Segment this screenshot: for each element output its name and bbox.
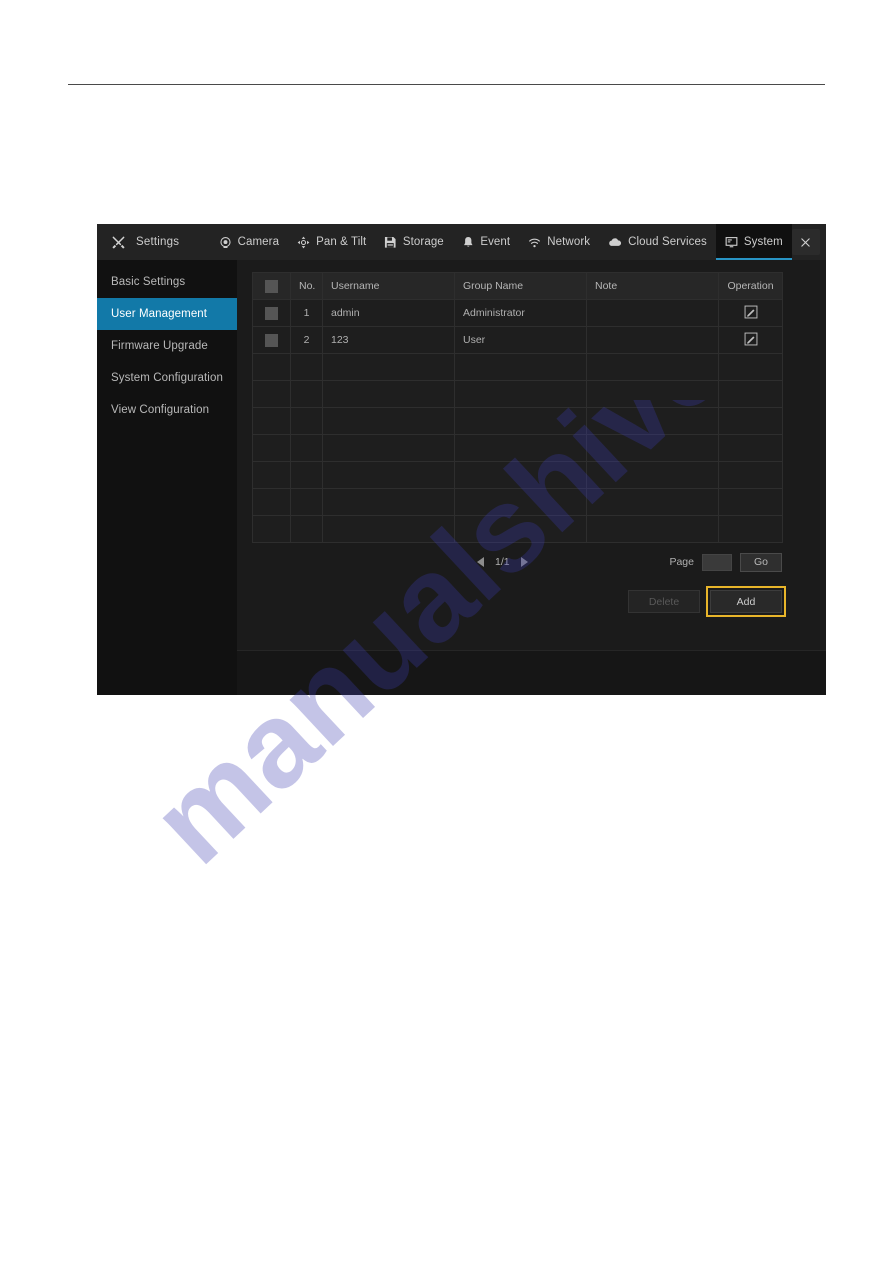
window-title-area: Settings (97, 224, 210, 260)
monitor-icon (725, 236, 738, 249)
go-button[interactable]: Go (740, 552, 782, 572)
table-row-empty (252, 488, 783, 516)
tab-cloud-services-label: Cloud Services (628, 236, 707, 248)
tab-system[interactable]: System (715, 224, 792, 260)
sidebar-item-basic-settings[interactable]: Basic Settings (97, 266, 237, 298)
pan-tilt-icon (297, 236, 310, 249)
row-no: 1 (290, 299, 323, 327)
row-username: admin (322, 299, 455, 327)
table-row[interactable]: 1 admin Administrator (252, 299, 783, 327)
tab-camera[interactable]: Camera (210, 224, 289, 260)
row-group-name: Administrator (454, 299, 587, 327)
arrow-right-icon[interactable] (520, 557, 528, 567)
row-group-name: User (454, 326, 587, 354)
page-label: Page (669, 556, 694, 568)
column-header-username: Username (322, 272, 455, 300)
settings-content: No. Username Group Name Note Operation 1… (237, 260, 826, 695)
camera-icon (219, 236, 232, 249)
tab-network[interactable]: Network (519, 224, 599, 260)
column-header-group-name: Group Name (454, 272, 587, 300)
table-header-row: No. Username Group Name Note Operation (252, 272, 783, 300)
window-title: Settings (136, 236, 180, 248)
cloud-icon (608, 235, 622, 249)
tab-pan-tilt[interactable]: Pan & Tilt (288, 224, 375, 260)
column-header-operation: Operation (718, 272, 783, 300)
select-all-header[interactable] (252, 272, 291, 300)
sidebar-item-view-configuration[interactable]: View Configuration (97, 394, 237, 426)
select-all-checkbox[interactable] (265, 279, 278, 293)
settings-sidebar: Basic Settings User Management Firmware … (97, 260, 237, 695)
row-username: 123 (322, 326, 455, 354)
sidebar-item-label: System Configuration (111, 372, 223, 384)
delete-button[interactable]: Delete (628, 590, 700, 613)
sidebar-item-system-configuration[interactable]: System Configuration (97, 362, 237, 394)
tab-system-label: System (743, 236, 783, 248)
table-row-empty (252, 434, 783, 462)
tab-bar: Camera Pan & Tilt Storage Event Network … (210, 224, 792, 260)
row-note (586, 299, 719, 327)
tab-event-label: Event (480, 236, 511, 248)
window-topbar: Settings Camera Pan & Tilt Storage Event… (97, 224, 826, 260)
sidebar-item-label: View Configuration (111, 404, 210, 416)
action-button-row: Delete Add (252, 586, 786, 617)
edit-icon[interactable] (744, 305, 758, 319)
window-bottom-strip (237, 650, 826, 695)
arrow-left-icon[interactable] (477, 557, 484, 567)
table-row-empty (252, 380, 783, 408)
table-row-empty (252, 407, 783, 435)
row-no: 2 (290, 326, 323, 354)
row-checkbox[interactable] (265, 306, 278, 320)
sidebar-item-label: Basic Settings (111, 276, 186, 288)
close-button[interactable] (791, 229, 820, 255)
add-button[interactable]: Add (706, 586, 786, 617)
tab-cloud-services[interactable]: Cloud Services (599, 224, 716, 260)
sidebar-item-label: Firmware Upgrade (111, 340, 208, 352)
table-row-empty (252, 461, 783, 489)
sidebar-item-user-management[interactable]: User Management (97, 298, 237, 330)
column-header-no: No. (290, 272, 323, 300)
close-icon (799, 236, 812, 249)
sidebar-item-firmware-upgrade[interactable]: Firmware Upgrade (97, 330, 237, 362)
settings-window: Settings Camera Pan & Tilt Storage Event… (97, 224, 826, 695)
row-operation[interactable] (718, 299, 783, 327)
tab-network-label: Network (547, 236, 591, 248)
tab-storage-label: Storage (402, 236, 444, 248)
tab-storage[interactable]: Storage (375, 224, 452, 260)
pagination-bar: 1/1 Page Go (252, 546, 782, 578)
tools-icon (111, 235, 126, 250)
tab-pan-tilt-label: Pan & Tilt (316, 236, 367, 248)
page-indicator: 1/1 (495, 556, 510, 568)
page-header-rule (68, 84, 825, 85)
table-row-empty (252, 515, 783, 543)
tab-camera-label: Camera (237, 236, 280, 248)
user-table: No. Username Group Name Note Operation 1… (252, 272, 783, 543)
column-header-note: Note (586, 272, 719, 300)
sidebar-item-label: User Management (111, 308, 208, 320)
row-select-cell[interactable] (252, 299, 291, 327)
bell-icon (462, 236, 475, 249)
table-row-empty (252, 353, 783, 381)
row-select-cell[interactable] (252, 326, 291, 354)
row-checkbox[interactable] (265, 333, 278, 347)
storage-icon (384, 236, 397, 249)
row-operation[interactable] (718, 326, 783, 354)
tab-event[interactable]: Event (453, 224, 519, 260)
page-input[interactable] (702, 553, 732, 571)
table-row[interactable]: 2 123 User (252, 326, 783, 354)
wifi-icon (528, 236, 541, 249)
row-note (586, 326, 719, 354)
window-body: Basic Settings User Management Firmware … (97, 260, 826, 695)
edit-icon[interactable] (744, 332, 758, 346)
